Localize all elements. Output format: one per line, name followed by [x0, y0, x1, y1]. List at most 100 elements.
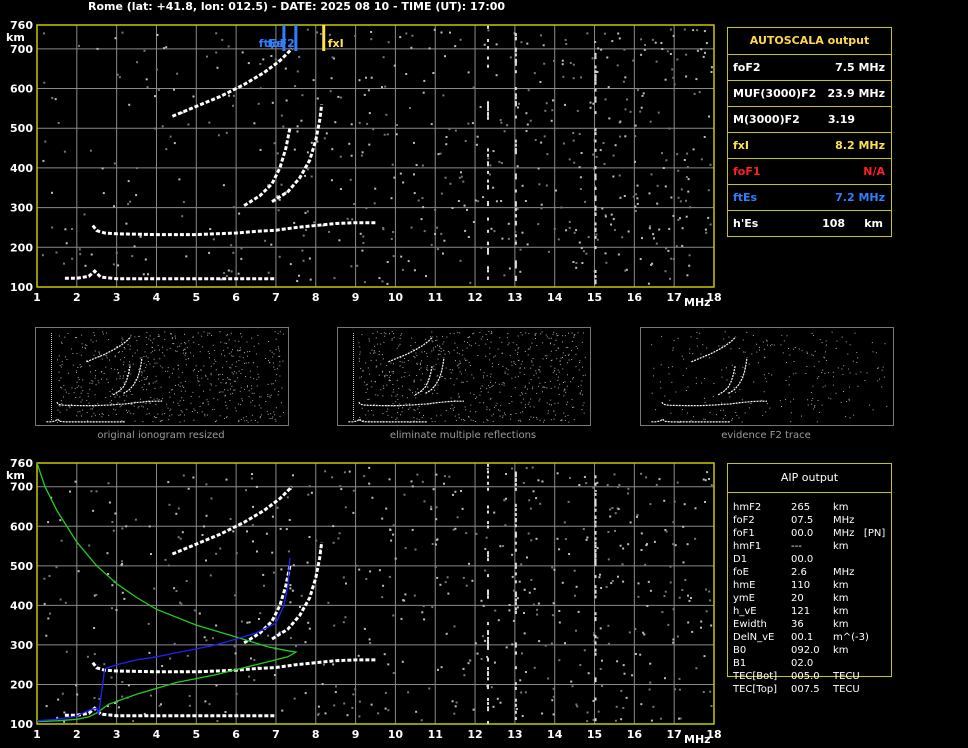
aip-unit: km [833, 502, 849, 513]
y-axis-label: km [6, 31, 25, 44]
x-tick-label: 1 [33, 291, 41, 304]
aip-value: 00.1 [791, 632, 814, 643]
x-tick-label: 12 [467, 728, 482, 741]
green-profile-line [36, 462, 298, 723]
aip-value: 2.6 [791, 567, 807, 578]
aip-value: 121 [791, 606, 811, 617]
autoscala-value: 7.2 MHz [835, 191, 885, 204]
y-tick-label: 400 [10, 162, 33, 175]
x-tick-label: 6 [232, 728, 240, 741]
thumbnail-caption: original ionogram resized [97, 430, 225, 441]
autoscala-row: h'Es 108 km [728, 211, 891, 236]
autoscala-value: 8.2 MHz [835, 139, 885, 152]
autoscala-title: AUTOSCALA output [728, 28, 891, 55]
y-tick-label: 500 [10, 122, 33, 135]
aip-value: --- [791, 541, 802, 552]
x-tick-label: 8 [312, 728, 320, 741]
aip-key: hmE [733, 580, 756, 591]
thumbnail-trace [728, 357, 748, 394]
autoscala-row: M(3000)F2 3.19 [728, 107, 891, 133]
x-tick-label: 2 [73, 728, 81, 741]
thumbnail-original [35, 327, 289, 426]
x-tick-label: 1 [33, 728, 41, 741]
x-tick-label: 17 [667, 728, 682, 741]
aip-key: TEC[Top] [733, 684, 778, 695]
y-tick-label: 200 [10, 241, 33, 254]
x-tick-label: 4 [153, 291, 161, 304]
thumbnail-eliminate-multiple [337, 327, 591, 426]
autoscala-row: ftEs 7.2 MHz [728, 185, 891, 211]
x-tick-label: 13 [507, 291, 522, 304]
aip-value: 07.5 [791, 515, 814, 526]
aip-key: D1 [733, 554, 748, 565]
x-tick-label: 10 [388, 728, 404, 741]
aip-value: 02.0 [791, 658, 814, 669]
aip-key: hmF2 [733, 502, 762, 513]
y-tick-label: 700 [10, 481, 33, 494]
x-tick-label: 5 [192, 728, 200, 741]
aip-value: 007.5 [791, 684, 820, 695]
aip-unit: MHz [833, 567, 855, 578]
aip-unit: TECU [833, 671, 860, 682]
thumbnail-trace [691, 336, 737, 363]
y-tick-label: 600 [10, 83, 33, 96]
autoscala-key: foF1 [733, 165, 761, 178]
aip-unit: km [833, 645, 849, 656]
thumbnail-trace [123, 357, 143, 394]
thumbnail-caption: evidence F2 trace [721, 430, 811, 441]
aip-title: AIP output [728, 464, 891, 493]
thumbnail-trace [358, 400, 464, 407]
y-tick-label: 600 [10, 520, 33, 533]
x-tick-label: 7 [272, 291, 280, 304]
autoscala-key: M(3000)F2 [733, 113, 800, 126]
autoscala-row: MUF(3000)F2 23.9 MHz [728, 81, 891, 107]
x-tick-label: 6 [232, 291, 240, 304]
x-tick-label: 11 [428, 728, 443, 741]
ionogram-trace [91, 221, 376, 237]
aip-value: 00.0 [791, 554, 814, 565]
y-tick-label: 700 [10, 43, 33, 56]
ionogram-plot-top: 1 2 3 4 5 6 7 8 9 10 11 12 13 14 15 16 17 181002003004005… [6, 19, 722, 309]
noise-speckles [43, 463, 713, 724]
ionogram-trace [271, 104, 324, 203]
x-tick-label: 8 [312, 291, 320, 304]
ionogram-trace [64, 269, 276, 281]
thumbnail-caption: eliminate multiple reflections [389, 430, 537, 441]
x-tick-label: 3 [113, 728, 121, 741]
x-tick-label: 4 [153, 728, 161, 741]
thumbnail-trace [348, 418, 427, 423]
x-axis-label: MHz [684, 733, 711, 746]
x-tick-label: 2 [73, 291, 81, 304]
aip-unit: m^(-3) [833, 632, 869, 643]
thumbnail-evidence-f2 [640, 327, 894, 426]
aip-unit: km [833, 619, 849, 630]
thumbnail-trace [425, 357, 445, 394]
aip-key: foF1 [733, 528, 755, 539]
aip-value: 36 [791, 619, 804, 630]
aip-key: ymE [733, 593, 755, 604]
ionogram-trace [271, 541, 324, 641]
ionogram-trace [171, 485, 293, 556]
x-tick-label: 15 [587, 291, 602, 304]
y-tick-label: 500 [10, 560, 33, 573]
autoscala-row: foF2 7.5 MHz [728, 55, 891, 81]
x-tick-label: 16 [627, 291, 643, 304]
aip-key: B1 [733, 658, 747, 669]
aip-unit: km [833, 606, 849, 617]
x-tick-label: 16 [627, 728, 643, 741]
x-tick-label: 14 [547, 291, 563, 304]
aip-key: TEC[Bot] [733, 671, 778, 682]
y-tick-label: 100 [10, 281, 33, 294]
aip-value: 00.0 [791, 528, 814, 539]
aip-unit: MHz [833, 515, 855, 526]
aip-unit: MHz [PN] [833, 528, 886, 539]
autoscala-value: 7.5 MHz [835, 61, 885, 74]
aip-key: Ewidth [733, 619, 767, 630]
noise-speckles [41, 25, 713, 285]
x-tick-label: 5 [192, 291, 200, 304]
marker-label: fxI [328, 37, 344, 50]
marker-label: foF2 [267, 37, 295, 50]
aip-value: 265 [791, 502, 811, 513]
autoscala-key: fxI [733, 139, 749, 152]
autoscala-row: foF1 N/A [728, 159, 891, 185]
